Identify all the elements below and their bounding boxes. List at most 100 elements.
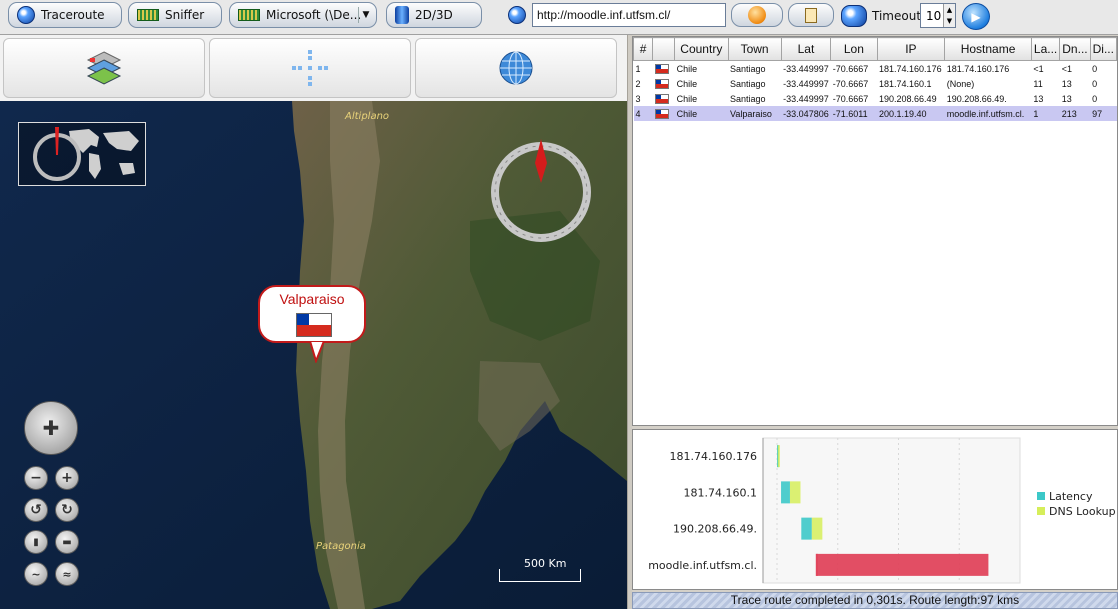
- crosshair-icon: [292, 50, 328, 86]
- view-2d3d-button[interactable]: 2D/3D: [386, 2, 482, 28]
- col-header-distance[interactable]: Di...: [1089, 37, 1117, 61]
- cell-index: 1: [635, 63, 641, 74]
- dns-bar: [789, 481, 801, 504]
- dns-bar: [777, 445, 780, 468]
- cell-latency: <1: [1033, 63, 1044, 74]
- start-trace-button[interactable]: [731, 3, 783, 27]
- cell-town: Santiago: [730, 93, 766, 104]
- adapter-dropdown[interactable]: Microsoft (\De... ▼: [229, 2, 377, 28]
- zoom-in-button[interactable]: +: [55, 466, 79, 490]
- map-label-altiplano: Altiplano: [345, 111, 390, 122]
- col-header-ip[interactable]: IP: [876, 37, 946, 61]
- col-header-index[interactable]: #: [633, 37, 654, 61]
- cell-country: Chile: [676, 93, 698, 104]
- chile-flag-icon: [654, 93, 669, 104]
- col-header-latency[interactable]: La...: [1030, 37, 1061, 61]
- tilt-up-icon: ▮: [33, 536, 39, 548]
- cell-hostname: 181.74.160.176: [946, 63, 1010, 74]
- satellite-map[interactable]: Altiplano Patagonia Valparaiso ✚ − + ↺ ↻…: [0, 101, 627, 609]
- url-input[interactable]: http://moodle.inf.utfsm.cl/: [532, 3, 726, 27]
- elevation-button[interactable]: ∼: [24, 562, 48, 586]
- chevron-down-icon[interactable]: ▼: [358, 7, 373, 23]
- cell-lat: -33.449997: [783, 63, 829, 74]
- legend-label: DNS Lookup: [1049, 505, 1116, 518]
- latency-chart-pane: 181.74.160.176 181.74.160.1 190.208.66.49.…: [632, 429, 1118, 590]
- crosshair-button[interactable]: [209, 38, 411, 98]
- col-header-flag[interactable]: [652, 37, 676, 61]
- pan-control[interactable]: ✚: [24, 401, 78, 455]
- cell-country: Chile: [674, 106, 729, 121]
- cell-latency: 1: [1031, 106, 1060, 121]
- cell-lat: -33.449997: [783, 93, 829, 104]
- table-row[interactable]: 1 Chile Santiago -33.449997 -70.6667 181…: [634, 61, 1117, 77]
- cell-index: 3: [635, 93, 641, 104]
- legend-swatch: [1037, 492, 1045, 500]
- orange-orb-icon: [748, 6, 766, 24]
- col-header-town[interactable]: Town: [727, 37, 782, 61]
- view-2d3d-label: 2D/3D: [415, 8, 453, 22]
- cell-index: 4: [633, 106, 653, 121]
- timeout-value: 10: [926, 9, 942, 23]
- globe-view-button[interactable]: [415, 38, 617, 98]
- wave-icon: ∼: [31, 567, 41, 581]
- cell-index: 2: [635, 78, 641, 89]
- table-row[interactable]: 3 Chile Santiago -33.449997 -70.6667 190…: [634, 91, 1117, 106]
- chile-flag-icon: [654, 78, 669, 89]
- col-header-dns[interactable]: Dn...: [1059, 37, 1091, 61]
- chile-flag-icon: [654, 108, 669, 119]
- terrain-button[interactable]: ≈: [55, 562, 79, 586]
- table-row-selected[interactable]: 4 Chile Valparaiso -33.047806 -71.6011 2…: [633, 106, 1117, 121]
- network-card-icon: [238, 9, 260, 21]
- pan-arrows-icon: ✚: [42, 416, 60, 440]
- scale-bar: [499, 569, 581, 582]
- rotate-right-icon: ↻: [61, 502, 73, 518]
- rotate-left-button[interactable]: ↺: [24, 498, 48, 522]
- dns-bar: [815, 553, 989, 576]
- traceroute-button[interactable]: Traceroute: [8, 2, 122, 28]
- world-map-icon[interactable]: [841, 5, 867, 27]
- cell-ip: 181.74.160.1: [879, 78, 932, 89]
- cell-lat: -33.449997: [783, 78, 829, 89]
- cell-lon: -71.6011: [830, 106, 878, 121]
- rotate-right-button[interactable]: ↻: [55, 498, 79, 522]
- location-balloon[interactable]: Valparaiso: [258, 285, 366, 343]
- cell-lat: -33.047806: [781, 106, 831, 121]
- hops-table: # Country Town Lat Lon IP Hostname La...…: [633, 37, 1117, 121]
- sniffer-button[interactable]: Sniffer: [128, 2, 222, 28]
- play-button[interactable]: ▶: [962, 3, 990, 30]
- cell-dns: <1: [1061, 63, 1073, 74]
- world-overview-icon: [33, 127, 139, 181]
- export-button[interactable]: [788, 3, 834, 27]
- cell-country: Chile: [676, 78, 698, 89]
- latency-chart: 181.74.160.176 181.74.160.1 190.208.66.49.…: [648, 437, 1116, 584]
- latency-bar: [781, 481, 790, 504]
- tilt-down-button[interactable]: ▬: [55, 530, 79, 554]
- table-row[interactable]: 2 Chile Santiago -33.449997 -70.6667 181…: [634, 76, 1117, 91]
- zoom-out-button[interactable]: −: [24, 466, 48, 490]
- cell-hostname: 190.208.66.49.: [946, 93, 1007, 104]
- cell-ip: 190.208.66.49: [879, 93, 937, 104]
- tilt-down-icon: ▬: [62, 536, 72, 548]
- cell-hostname: moodle.inf.utfsm.cl.: [944, 106, 1032, 121]
- cell-country: Chile: [676, 63, 698, 74]
- timeout-spinner[interactable]: 10 ▲ ▼: [920, 3, 956, 28]
- layers-icon: [86, 51, 122, 85]
- overview-map[interactable]: [18, 122, 146, 186]
- col-header-lon[interactable]: Lon: [830, 37, 878, 61]
- table-header-row: # Country Town Lat Lon IP Hostname La...…: [633, 37, 1117, 61]
- cell-dns: 213: [1059, 106, 1091, 121]
- tilt-up-button[interactable]: ▮: [24, 530, 48, 554]
- globe-grid-icon: [499, 51, 533, 85]
- status-bar: Trace route completed in 0,301s. Route l…: [632, 592, 1118, 609]
- col-header-hostname[interactable]: Hostname: [944, 37, 1032, 61]
- compass[interactable]: [488, 139, 594, 245]
- cell-distance: 97: [1090, 106, 1117, 121]
- spin-up-icon[interactable]: ▲: [947, 6, 952, 14]
- spin-down-icon[interactable]: ▼: [947, 17, 952, 25]
- cell-distance: 0: [1092, 78, 1098, 89]
- layers-button[interactable]: [3, 38, 205, 98]
- latency-bar: [801, 517, 812, 540]
- col-header-country[interactable]: Country: [674, 37, 729, 61]
- cell-dns: 13: [1061, 78, 1072, 89]
- col-header-lat[interactable]: Lat: [780, 37, 832, 61]
